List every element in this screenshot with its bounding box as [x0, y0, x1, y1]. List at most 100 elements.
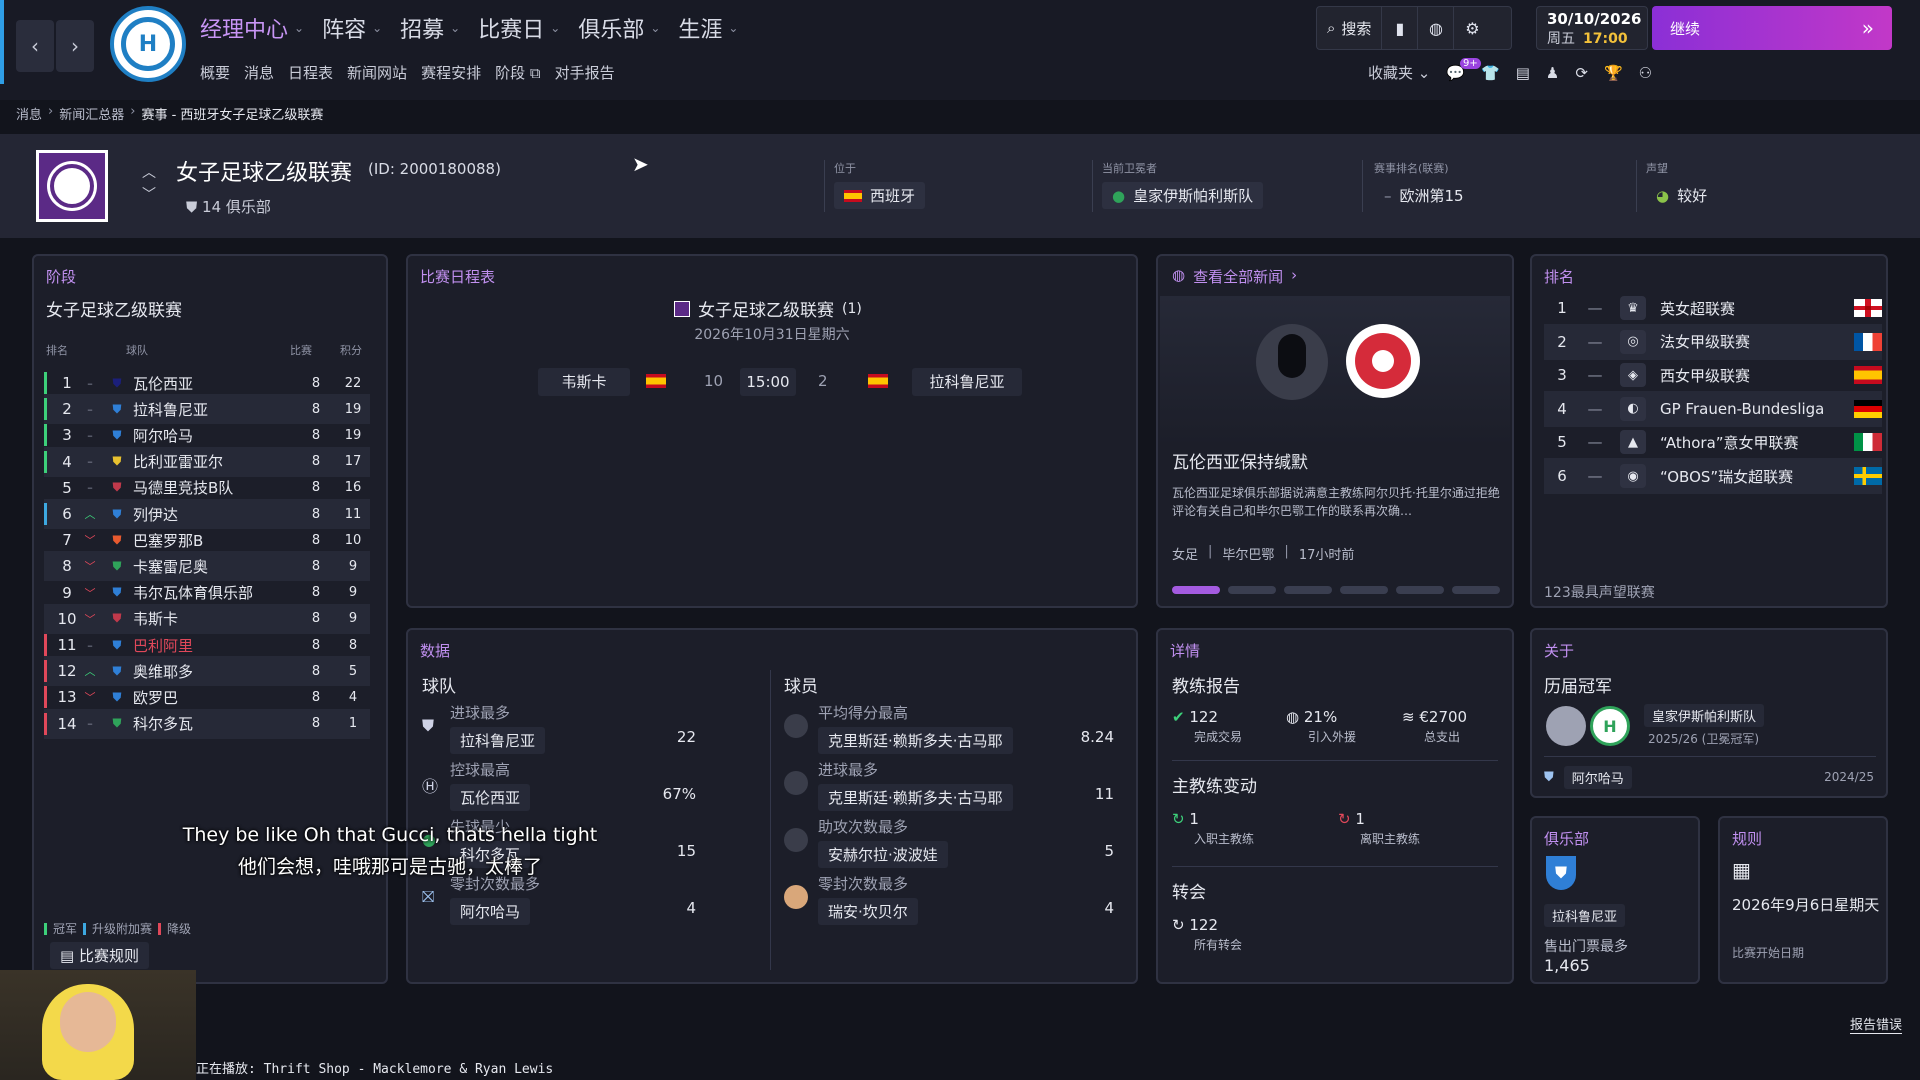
news-headline[interactable]: 瓦伦西亚保持缄默: [1172, 448, 1308, 473]
menu-club[interactable]: 俱乐部 ⌄: [578, 12, 660, 44]
menu-manager-center[interactable]: 经理中心 ⌄: [200, 12, 304, 44]
ranking-row[interactable]: 4 — ◐ GP Frauen-Bundesliga: [1544, 390, 1882, 427]
ranking-league-name[interactable]: 法女甲级联赛: [1660, 331, 1854, 352]
row-team[interactable]: 奥维耶多: [133, 661, 296, 682]
row-team[interactable]: 列伊达: [133, 504, 296, 525]
chevron-up-icon[interactable]: ︿: [142, 162, 156, 184]
bookmark-icon[interactable]: ▮: [1382, 7, 1419, 49]
player-stat-name[interactable]: 安赫尔拉·波波娃: [818, 841, 948, 868]
ranking-row[interactable]: 1 — ♛ 英女超联赛: [1544, 290, 1882, 326]
ranking-row[interactable]: 5 — ▲ “Athora”意女甲联赛: [1544, 424, 1882, 460]
row-team[interactable]: 阿尔哈马: [133, 425, 296, 446]
kickoff-time[interactable]: 15:00: [740, 368, 796, 396]
pager-dot[interactable]: [1228, 586, 1276, 594]
submenu-calendar[interactable]: 日程表: [288, 62, 333, 83]
country-flag-icon: [1854, 467, 1882, 485]
row-team[interactable]: 瓦伦西亚: [133, 373, 296, 394]
shirt-icon[interactable]: 👕: [1481, 64, 1500, 82]
pager-dot-active[interactable]: [1172, 586, 1220, 594]
runner-name[interactable]: 阿尔哈马: [1563, 766, 1632, 789]
refresh-icon[interactable]: ⟳: [1575, 64, 1588, 82]
ranking-row[interactable]: 2 — ◎ 法女甲级联赛: [1544, 323, 1882, 360]
rules-panel: 规则 ▦ 2026年9月6日星期天 比赛开始日期: [1718, 816, 1888, 984]
globe-icon[interactable]: ◍: [1418, 7, 1455, 49]
row-team[interactable]: 拉科鲁尼亚: [133, 399, 296, 420]
search-button[interactable]: ⌕ 搜索: [1317, 7, 1383, 49]
pager-dot[interactable]: [1284, 586, 1332, 594]
menu-matchday[interactable]: 比赛日 ⌄: [478, 12, 560, 44]
table-row[interactable]: 14– ⛊ 科尔多瓦 8 1: [44, 708, 370, 739]
row-team[interactable]: 比利亚雷亚尔: [133, 451, 296, 472]
ranking-row[interactable]: 6 — ◉ “OBOS”瑞女超联赛: [1544, 458, 1882, 494]
player-stat-name[interactable]: 克里斯廷·赖斯多夫·古马耶: [818, 727, 1013, 754]
player-stat-item: 平均得分最高 克里斯廷·赖斯多夫·古马耶 8.24: [784, 702, 1114, 754]
club-logo[interactable]: H: [110, 6, 186, 82]
menu-squad[interactable]: 阵容 ⌄: [322, 12, 382, 44]
staff-icon[interactable]: ♟: [1546, 64, 1559, 82]
pager-dot[interactable]: [1340, 586, 1388, 594]
player-stat-name[interactable]: 瑞安·坎贝尔: [818, 898, 918, 925]
team-stat-club[interactable]: 拉科鲁尼亚: [450, 727, 546, 754]
breadcrumb-inbox[interactable]: 消息: [16, 104, 42, 123]
legend-playoff-color: [83, 922, 87, 935]
chevron-down-icon[interactable]: ﹀: [142, 184, 156, 206]
ranking-league-name[interactable]: GP Frauen-Bundesliga: [1660, 400, 1854, 418]
menu-recruitment[interactable]: 招募 ⌄: [400, 12, 460, 44]
about-panel: 关于 历届冠军 H 皇家伊斯帕利斯队 2025/26 (卫冕冠军) ⛊ 阿尔哈马 …: [1530, 628, 1888, 798]
submenu-news-site[interactable]: 新闻网站: [347, 62, 407, 83]
report-error-link[interactable]: 报告错误: [1850, 1014, 1903, 1034]
trophy-icon[interactable]: 🏆: [1604, 64, 1623, 82]
ranking-league-name[interactable]: 英女超联赛: [1660, 298, 1854, 319]
row-team[interactable]: 科尔多瓦: [133, 713, 296, 734]
location-value[interactable]: 西班牙: [834, 182, 926, 209]
view-all-news-link[interactable]: ◍ 查看全部新闻 ›: [1172, 266, 1297, 287]
row-team[interactable]: 巴利阿里: [133, 635, 296, 656]
row-team[interactable]: 韦斯卡: [133, 608, 296, 629]
back-button[interactable]: ‹: [16, 20, 54, 72]
pager-dot[interactable]: [1396, 586, 1444, 594]
player-stat-title: 助攻次数最多: [818, 818, 909, 836]
transfers-stat[interactable]: ↻ 122 所有转会: [1172, 916, 1242, 953]
club-panel-title: 俱乐部: [1544, 830, 1590, 848]
ranking-row[interactable]: 3 — ◈ 西女甲级联赛: [1544, 357, 1882, 393]
left-stat: ↻ 1 离职主教练: [1338, 810, 1420, 847]
submenu-stage[interactable]: 阶段 ⧉: [495, 62, 541, 83]
pager-dot[interactable]: [1452, 586, 1500, 594]
team-stat-club[interactable]: 瓦伦西亚: [450, 784, 531, 811]
ranking-league-name[interactable]: “Athora”意女甲联赛: [1660, 432, 1854, 453]
reputation-field: 声望 ◕ 较好: [1646, 160, 1717, 209]
away-team[interactable]: 拉科鲁尼亚: [912, 368, 1022, 396]
col-team: 球队: [126, 344, 148, 357]
ranking-league-name[interactable]: “OBOS”瑞女超联赛: [1660, 466, 1854, 487]
clipboard-icon[interactable]: ▤: [1516, 64, 1530, 82]
favorites-dropdown[interactable]: 收藏夹 ⌄: [1368, 62, 1430, 83]
row-team[interactable]: 马德里竞技B队: [133, 477, 296, 498]
champion-name[interactable]: 皇家伊斯帕利斯队: [1644, 704, 1765, 727]
team-stat-club[interactable]: 阿尔哈马: [450, 898, 531, 925]
movement-icon: ﹀: [84, 560, 96, 574]
row-position: 9: [62, 583, 72, 602]
forward-button[interactable]: ›: [56, 20, 94, 72]
home-team[interactable]: 韦斯卡: [538, 368, 630, 396]
people-icon[interactable]: ⚇: [1639, 64, 1652, 82]
settings-gear-icon[interactable]: ⚙: [1454, 7, 1490, 49]
submenu-overview[interactable]: 概要: [200, 62, 230, 83]
row-team[interactable]: 韦尔瓦体育俱乐部: [133, 582, 296, 603]
holder-value[interactable]: ● 皇家伊斯帕利斯队: [1102, 182, 1264, 209]
player-stat-title: 进球最多: [818, 761, 879, 779]
player-stat-name[interactable]: 克里斯廷·赖斯多夫·古马耶: [818, 784, 1013, 811]
menu-career[interactable]: 生涯 ⌄: [678, 12, 738, 44]
club-name[interactable]: 拉科鲁尼亚: [1544, 904, 1626, 927]
submenu-opposition-report[interactable]: 对手报告: [555, 62, 615, 83]
continue-button[interactable]: 继续 »: [1652, 6, 1892, 50]
submenu-inbox[interactable]: 消息: [244, 62, 274, 83]
submenu-fixtures[interactable]: 赛程安排: [421, 62, 481, 83]
competition-switcher[interactable]: ︿ ﹀: [142, 162, 156, 206]
rules-button[interactable]: ▤ 比赛规则: [50, 942, 149, 969]
row-team[interactable]: 卡塞雷尼奥: [133, 556, 296, 577]
breadcrumb-news-aggregator[interactable]: 新闻汇总器: [59, 104, 124, 123]
ranking-league-name[interactable]: 西女甲级联赛: [1660, 365, 1854, 386]
row-team[interactable]: 欧罗巴: [133, 687, 296, 708]
club-crest-icon: ⛊: [112, 532, 122, 547]
row-team[interactable]: 巴塞罗那B: [133, 530, 296, 551]
